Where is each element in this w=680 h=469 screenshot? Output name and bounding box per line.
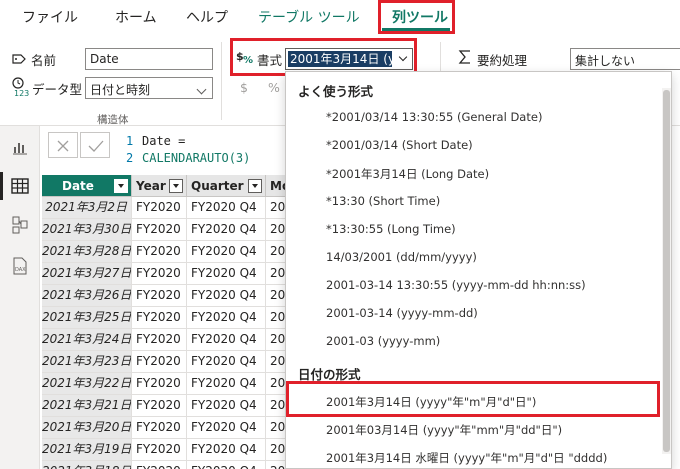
- table-cell[interactable]: 2021年3月25日: [42, 307, 132, 329]
- format-option[interactable]: 2001-03 (yyyy-mm): [326, 334, 440, 348]
- table-cell[interactable]: FY2020 Q4: [187, 241, 266, 263]
- filter-dropdown-icon[interactable]: [169, 179, 183, 193]
- table-cell[interactable]: FY2020 Q4: [187, 373, 266, 395]
- format-option[interactable]: *2001年3月14日 (Long Date): [326, 166, 489, 182]
- table-cell[interactable]: FY2020 Q4: [187, 307, 266, 329]
- dropdown-section-common: よく使う形式: [298, 84, 374, 99]
- table-cell[interactable]: 2021年3月30日: [42, 219, 132, 241]
- table-cell[interactable]: 2021年3月26日: [42, 285, 132, 307]
- format-option[interactable]: 2001年3月14日 水曜日 (yyyy"年"m"月"d"日 "dddd): [326, 450, 607, 466]
- column-header-label: Quarter: [191, 179, 244, 193]
- format-option[interactable]: 2001年03月14日 (yyyy"年"mm"月"dd"日"): [326, 422, 562, 438]
- column-header-label: Year: [136, 179, 166, 193]
- table-cell[interactable]: 2021年3月22日: [42, 373, 132, 395]
- filter-dropdown-icon[interactable]: [114, 179, 128, 193]
- formula-line-number: 2: [126, 151, 134, 165]
- table-cell[interactable]: FY2020 Q4: [187, 197, 266, 219]
- report-view-icon[interactable]: [10, 137, 30, 157]
- summarize-select[interactable]: 集計しない: [570, 48, 680, 70]
- datatype-123-icon: 123: [10, 76, 30, 98]
- ribbon-tabs: ファイル ホーム ヘルプ テーブル ツール 列ツール: [0, 0, 680, 34]
- table-cell[interactable]: FY2020: [132, 351, 187, 373]
- column-header-year[interactable]: Year: [132, 175, 187, 197]
- table-cell[interactable]: FY2020: [132, 373, 187, 395]
- table-cell[interactable]: 2021年3月2日: [42, 197, 132, 219]
- table-cell[interactable]: FY2020: [132, 241, 187, 263]
- tab-file[interactable]: ファイル: [22, 7, 78, 27]
- table-cell[interactable]: 2021年3月27日: [42, 263, 132, 285]
- table-cell[interactable]: FY2020 Q4: [187, 263, 266, 285]
- format-option[interactable]: 2001-03-14 (yyyy-mm-dd): [326, 306, 478, 320]
- table-cell[interactable]: 2021年3月28日: [42, 241, 132, 263]
- table-cell[interactable]: FY2020: [132, 197, 187, 219]
- format-option[interactable]: *13:30 (Short Time): [326, 194, 440, 208]
- table-cell[interactable]: FY2020: [132, 395, 187, 417]
- cancel-x-icon: [56, 138, 70, 157]
- table-cell[interactable]: FY2020 Q4: [187, 329, 266, 351]
- dax-query-icon[interactable]: DAX: [10, 256, 30, 276]
- table-cell[interactable]: FY2020: [132, 263, 187, 285]
- table-cell[interactable]: FY2020 Q4: [187, 285, 266, 307]
- name-tag-icon: [11, 51, 27, 65]
- commit-check-icon: [88, 138, 104, 157]
- table-cell[interactable]: FY2020 Q4: [187, 461, 266, 469]
- data-view-icon[interactable]: [10, 176, 30, 196]
- column-header-label: Date: [62, 179, 94, 193]
- dropdown-scroll-thumb[interactable]: [663, 90, 670, 452]
- table-cell[interactable]: 2021年3月18日: [42, 461, 132, 469]
- tab-help[interactable]: ヘルプ: [186, 7, 228, 27]
- tab-home[interactable]: ホーム: [115, 7, 157, 27]
- table-cell[interactable]: FY2020 Q4: [187, 417, 266, 439]
- name-label: 名前: [31, 53, 57, 68]
- formula-line-number: 1: [126, 134, 134, 148]
- table-cell[interactable]: 2021年3月23日: [42, 351, 132, 373]
- format-option[interactable]: *2001/03/14 (Short Date): [326, 138, 473, 152]
- table-cell[interactable]: FY2020: [132, 219, 187, 241]
- table-cell[interactable]: FY2020: [132, 329, 187, 351]
- ribbon-divider: [221, 42, 222, 120]
- table-cell[interactable]: FY2020 Q4: [187, 351, 266, 373]
- sigma-icon: [458, 49, 472, 65]
- table-cell[interactable]: FY2020: [132, 417, 187, 439]
- formula-line-1: Date =: [142, 134, 186, 148]
- column-header-date[interactable]: Date: [42, 175, 132, 197]
- format-option[interactable]: *13:30:55 (Long Time): [326, 222, 456, 236]
- percent-button[interactable]: %: [268, 80, 280, 95]
- format-option[interactable]: 14/03/2001 (dd/mm/yyyy): [326, 250, 477, 264]
- table-cell[interactable]: FY2020: [132, 461, 187, 469]
- formula-editor[interactable]: 1 Date = 2 CALENDARAUTO(3): [120, 130, 290, 168]
- svg-text:123: 123: [14, 89, 29, 98]
- cancel-formula-button[interactable]: [48, 132, 78, 158]
- filter-dropdown-icon[interactable]: [248, 179, 262, 193]
- format-option[interactable]: *2001/03/14 13:30:55 (General Date): [326, 110, 542, 124]
- active-view-indicator: [0, 172, 3, 200]
- table-cell[interactable]: FY2020 Q4: [187, 395, 266, 417]
- structure-group-caption: 構造体: [97, 114, 129, 126]
- table-cell[interactable]: 2021年3月20日: [42, 417, 132, 439]
- name-field[interactable]: Date: [85, 48, 213, 70]
- datatype-label: データ型: [32, 82, 83, 97]
- table-cell[interactable]: 2021年3月21日: [42, 395, 132, 417]
- table-cell[interactable]: FY2020 Q4: [187, 219, 266, 241]
- summarize-label: 要約処理: [477, 53, 528, 68]
- commit-formula-button[interactable]: [80, 132, 110, 158]
- table-cell[interactable]: FY2020: [132, 439, 187, 461]
- table-cell[interactable]: 2021年3月24日: [42, 329, 132, 351]
- table-cell[interactable]: FY2020: [132, 307, 187, 329]
- model-view-icon[interactable]: [10, 215, 30, 235]
- table-cell[interactable]: FY2020 Q4: [187, 439, 266, 461]
- currency-button[interactable]: $: [240, 80, 248, 95]
- datatype-select[interactable]: 日付と時刻: [85, 77, 213, 99]
- table-cell[interactable]: FY2020: [132, 285, 187, 307]
- format-option[interactable]: 2001-03-14 13:30:55 (yyyy-mm-dd hh:nn:ss…: [326, 278, 586, 292]
- tab-table-tools[interactable]: テーブル ツール: [258, 7, 360, 27]
- column-tools-highlight: [378, 0, 455, 34]
- selected-format-highlight: [286, 381, 660, 417]
- table-cell[interactable]: 2021年3月19日: [42, 439, 132, 461]
- column-header-quarter[interactable]: Quarter: [187, 175, 266, 197]
- svg-text:DAX: DAX: [15, 267, 26, 273]
- formula-line-2: CALENDARAUTO(3): [142, 151, 251, 165]
